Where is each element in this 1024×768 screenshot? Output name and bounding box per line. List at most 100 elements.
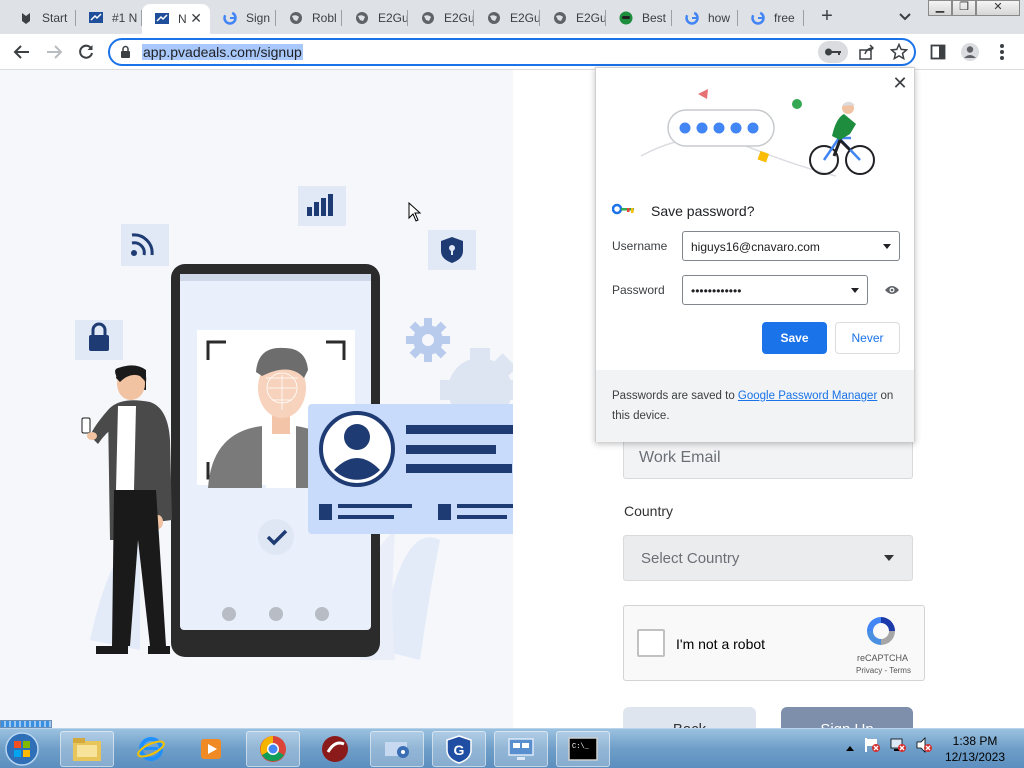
globe-icon bbox=[420, 10, 436, 26]
tab-e2gu-1[interactable]: E2Gu bbox=[342, 4, 408, 32]
globe-icon bbox=[288, 10, 304, 26]
tab-free[interactable]: free bbox=[738, 4, 804, 32]
username-label: Username bbox=[612, 239, 668, 253]
internet-explorer-icon[interactable] bbox=[124, 731, 178, 767]
caret-down-icon bbox=[884, 555, 894, 561]
dialog-title: Save password? bbox=[651, 203, 755, 219]
shield-g-icon[interactable]: G bbox=[432, 731, 486, 767]
password-value: •••••••••••• bbox=[691, 284, 742, 298]
tab-flag-1[interactable]: #1 N bbox=[76, 4, 142, 32]
globe-icon bbox=[552, 10, 568, 26]
tab-label: Sign bbox=[246, 11, 271, 25]
tab-label: Robl bbox=[312, 11, 337, 25]
red-app-icon[interactable] bbox=[308, 731, 362, 767]
padlock-icon bbox=[75, 320, 123, 360]
remote-desktop-icon[interactable] bbox=[494, 731, 548, 767]
google-icon bbox=[750, 10, 766, 26]
tab-label: #1 N bbox=[112, 11, 138, 25]
password-cyclist-illustration bbox=[640, 89, 875, 177]
caret-down-icon[interactable] bbox=[883, 244, 891, 249]
recaptcha-links[interactable]: Privacy - Terms bbox=[856, 666, 911, 675]
password-field[interactable]: •••••••••••• bbox=[682, 275, 868, 305]
browser-toolbar: app.pvadeals.com/signup bbox=[0, 34, 1024, 70]
close-window-button[interactable]: ✕ bbox=[976, 0, 1020, 16]
volume-muted-icon[interactable] bbox=[915, 737, 933, 758]
close-icon[interactable]: ✕ bbox=[891, 74, 909, 92]
forward-arrow-icon[interactable] bbox=[42, 40, 66, 64]
clock-time: 1:38 PM bbox=[952, 734, 998, 748]
chrome-icon[interactable] bbox=[246, 731, 300, 767]
tab-e2gu-2[interactable]: E2Gu bbox=[408, 4, 474, 32]
tab-e2gu-3[interactable]: E2Gu bbox=[474, 4, 540, 32]
new-tab-button[interactable]: + bbox=[815, 4, 839, 28]
google-icon bbox=[684, 10, 700, 26]
identity-verification-illustration bbox=[75, 186, 513, 660]
tab-label: free bbox=[774, 11, 795, 25]
tab-label: Best bbox=[642, 11, 667, 25]
tab-e2gu-4[interactable]: E2Gu bbox=[540, 4, 606, 32]
system-clock[interactable]: 1:38 PM 12/13/2023 bbox=[940, 733, 1010, 765]
wifi-signal-icon bbox=[121, 224, 169, 266]
clock-date: 12/13/2023 bbox=[944, 750, 1006, 764]
footer-text: Passwords are saved to bbox=[612, 390, 738, 402]
lock-icon[interactable] bbox=[120, 45, 131, 64]
tab-active[interactable]: N ✕ bbox=[142, 4, 210, 34]
media-player-icon[interactable] bbox=[184, 731, 238, 767]
tab-strip: Start #1 N N ✕ Sign Robl E2Gu E2Gu E2Gu … bbox=[0, 0, 1024, 34]
password-manager-link[interactable]: Google Password Manager bbox=[738, 390, 877, 402]
tab-search-chevron-icon[interactable] bbox=[895, 6, 915, 26]
dialog-header: Save password? bbox=[611, 202, 755, 220]
address-bar[interactable]: app.pvadeals.com/signup bbox=[108, 38, 916, 66]
loading-progress-bar bbox=[0, 720, 52, 728]
menu-kebab-icon[interactable] bbox=[990, 40, 1014, 64]
save-button[interactable]: Save bbox=[762, 322, 827, 354]
close-tab-icon[interactable]: ✕ bbox=[190, 10, 202, 27]
recaptcha-widget: I'm not a robot reCAPTCHA Privacy - Term… bbox=[623, 605, 925, 681]
tab-google-sign[interactable]: Sign bbox=[210, 4, 276, 32]
tab-robl[interactable]: Robl bbox=[276, 4, 342, 32]
tab-how[interactable]: how bbox=[672, 4, 738, 32]
flag-icon bbox=[154, 11, 170, 27]
screen: { "browser": { "tabs": [ {"label": "Star… bbox=[0, 0, 1024, 768]
work-email-input[interactable]: Work Email bbox=[623, 437, 913, 479]
action-center-flag-icon[interactable] bbox=[863, 737, 881, 758]
tab-label: how bbox=[708, 11, 731, 25]
username-value: higuys16@cnavaro.com bbox=[691, 240, 820, 254]
google-icon bbox=[222, 10, 238, 26]
reload-icon[interactable] bbox=[74, 40, 98, 64]
tab-label: Start bbox=[42, 11, 68, 25]
profile-avatar-icon[interactable] bbox=[958, 40, 982, 64]
mask-icon bbox=[618, 10, 634, 26]
command-prompt-icon[interactable]: C:\_ bbox=[556, 731, 610, 767]
never-button[interactable]: Never bbox=[835, 322, 900, 354]
tab-best[interactable]: Best bbox=[606, 4, 672, 32]
url-text[interactable]: app.pvadeals.com/signup bbox=[142, 44, 303, 60]
recaptcha-checkbox[interactable] bbox=[637, 629, 665, 657]
gear-icon bbox=[406, 318, 450, 362]
file-explorer-icon[interactable] bbox=[60, 731, 114, 767]
key-icon[interactable] bbox=[818, 41, 848, 63]
country-select[interactable]: Select Country bbox=[623, 535, 913, 581]
side-panel-icon[interactable] bbox=[926, 40, 950, 64]
username-field[interactable]: higuys16@cnavaro.com bbox=[682, 231, 900, 261]
back-arrow-icon[interactable] bbox=[10, 40, 34, 64]
svg-text:G: G bbox=[454, 742, 465, 758]
windows-taskbar: G C:\_ 1:38 PM 12/13/2023 bbox=[0, 728, 1024, 768]
network-settings-icon[interactable] bbox=[370, 731, 424, 767]
svg-text:C:\_: C:\_ bbox=[572, 743, 590, 751]
show-hidden-icons-icon[interactable] bbox=[845, 739, 855, 757]
minimize-window-button[interactable]: ▁ bbox=[928, 0, 952, 16]
restore-window-button[interactable]: ❐ bbox=[952, 0, 976, 16]
bookmark-star-icon[interactable] bbox=[889, 42, 909, 66]
tab-start[interactable]: Start bbox=[6, 4, 76, 32]
country-select-value: Select Country bbox=[641, 550, 740, 567]
recaptcha-logo-icon bbox=[864, 614, 898, 653]
start-orb-icon[interactable] bbox=[2, 730, 46, 768]
tab-label: E2Gu bbox=[510, 11, 540, 25]
flag-icon bbox=[88, 10, 104, 26]
globe-icon bbox=[354, 10, 370, 26]
show-password-eye-icon[interactable] bbox=[884, 283, 900, 301]
network-status-icon[interactable] bbox=[889, 737, 907, 758]
caret-down-icon[interactable] bbox=[851, 288, 859, 293]
share-icon[interactable] bbox=[858, 43, 876, 66]
